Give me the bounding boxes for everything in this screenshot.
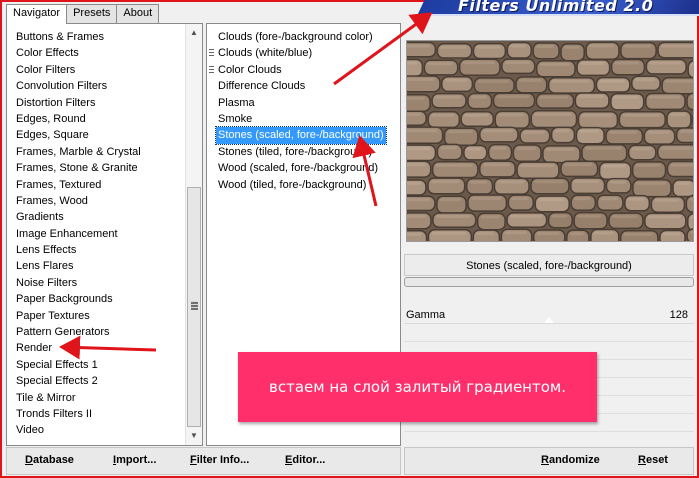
filter-item-label: Wood (tiled, fore-/background) (218, 178, 367, 191)
category-item[interactable]: Frames, Textured (16, 177, 141, 193)
category-item[interactable]: Distortion Filters (16, 95, 141, 111)
stone-texture-preview (407, 41, 693, 241)
category-item[interactable]: Frames, Marble & Crystal (16, 144, 141, 160)
category-item[interactable]: Video (16, 422, 141, 438)
filter-item-label: Clouds (fore-/background color) (218, 31, 373, 43)
filter-item[interactable]: Clouds (white/blue) (209, 45, 386, 61)
category-item[interactable]: Tronds Filters II (16, 406, 141, 422)
filter-item-label: Plasma (218, 96, 255, 109)
filter-list: Clouds (fore-/background color) Clouds (w… (209, 29, 387, 193)
category-item[interactable]: Paper Backgrounds (16, 291, 141, 307)
category-item[interactable]: Frames, Wood (16, 193, 141, 209)
filter-item[interactable]: Wood (tiled, fore-/background) (216, 177, 386, 193)
category-item[interactable]: Color Filters (16, 62, 141, 78)
category-item[interactable]: Lens Effects (16, 242, 141, 258)
filter-item-label: Smoke (218, 112, 253, 125)
import-button[interactable]: Import... (113, 454, 156, 466)
category-list-panel: Buttons & Frames Color Effects Color Filte… (6, 23, 203, 446)
category-item[interactable]: Lens Flares (16, 258, 141, 274)
filter-item[interactable]: Clouds (fore-/background color) (216, 29, 386, 45)
filter-preview (406, 40, 694, 242)
database-button[interactable]: Database (25, 454, 74, 466)
left-button-bar: Database Import... Filter Info... Editor… (6, 447, 401, 475)
filter-item[interactable]: Stones (tiled, fore-/background) (216, 144, 386, 160)
submenu-marker-icon (209, 49, 214, 58)
submenu-marker-icon (209, 65, 214, 74)
window-title: Filters Unlimited 2.0 (458, 0, 654, 15)
scroll-up-arrow-icon[interactable]: ▲ (186, 26, 202, 40)
category-item[interactable]: Special Effects 2 (16, 373, 141, 389)
category-item[interactable]: Buttons & Frames (16, 29, 141, 45)
tab-navigator[interactable]: Navigator (6, 4, 68, 24)
callout-text: встаем на слой залитый градиентом. (269, 378, 566, 396)
filter-item[interactable]: Stones (scaled, fore-/background) (215, 126, 387, 145)
right-button-bar: Randomize Reset (404, 447, 694, 475)
slider-pointer-icon[interactable] (544, 317, 554, 323)
category-item[interactable]: Gradients (16, 209, 141, 225)
filters-unlimited-window: Filters Unlimited 2.0 Navigator Presets … (0, 0, 699, 478)
preview-progress-bar (404, 277, 694, 287)
category-item[interactable]: Noise Filters (16, 275, 141, 291)
tab-presets[interactable]: Presets (66, 4, 118, 23)
tab-bar: Navigator Presets About (6, 4, 160, 24)
reset-button[interactable]: Reset (638, 454, 668, 466)
category-item[interactable]: Edges, Round (16, 111, 141, 127)
category-item[interactable]: Special Effects 1 (16, 357, 141, 373)
tab-about[interactable]: About (116, 4, 160, 23)
gamma-slider[interactable]: Gamma 128 (404, 307, 694, 324)
category-item[interactable]: Color Effects (16, 45, 141, 61)
scroll-thumb[interactable]: ▬ ▬ ▬ (187, 187, 201, 427)
filter-item[interactable]: Plasma (216, 95, 386, 111)
filter-item-label: Difference Clouds (218, 80, 306, 93)
category-item[interactable]: Edges, Square (16, 127, 141, 143)
preview-filter-name: Stones (scaled, fore-/background) (404, 254, 694, 276)
category-item[interactable]: Tile & Mirror (16, 390, 141, 406)
randomize-button[interactable]: Randomize (541, 454, 600, 466)
category-item[interactable]: Convolution Filters (16, 78, 141, 94)
category-item[interactable]: Render (16, 340, 141, 356)
category-list: Buttons & Frames Color Effects Color Filte… (16, 29, 141, 439)
grip-icon: ▬ ▬ ▬ (191, 299, 198, 312)
filter-item-label: Stones (scaled, fore-/background) (218, 129, 384, 142)
category-item[interactable]: Pattern Generators (16, 324, 141, 340)
filter-item[interactable]: Color Clouds (209, 62, 386, 78)
annotation-callout: встаем на слой залитый градиентом. (238, 352, 597, 422)
filter-info-button[interactable]: Filter Info... (190, 454, 249, 466)
category-scrollbar[interactable]: ▲ ▬ ▬ ▬ ▼ (185, 24, 202, 445)
category-item[interactable]: Paper Textures (16, 308, 141, 324)
filter-item-label: Clouds (white/blue) (218, 47, 313, 60)
category-item[interactable]: Frames, Stone & Granite (16, 160, 141, 176)
filter-item-label: Color Clouds (218, 63, 282, 76)
filter-item-label: Wood (scaled, fore-/background) (218, 162, 378, 175)
filter-item[interactable]: Smoke (216, 111, 386, 127)
filter-item-label: Stones (tiled, fore-/background) (218, 145, 373, 158)
filter-item[interactable]: Wood (scaled, fore-/background) (216, 160, 386, 176)
filter-item[interactable]: Difference Clouds (216, 78, 386, 94)
gamma-label: Gamma (406, 309, 446, 321)
editor-button[interactable]: Editor... (285, 454, 325, 466)
category-item[interactable]: Image Enhancement (16, 226, 141, 242)
gamma-value: 128 (669, 309, 688, 321)
scroll-down-arrow-icon[interactable]: ▼ (186, 429, 202, 443)
